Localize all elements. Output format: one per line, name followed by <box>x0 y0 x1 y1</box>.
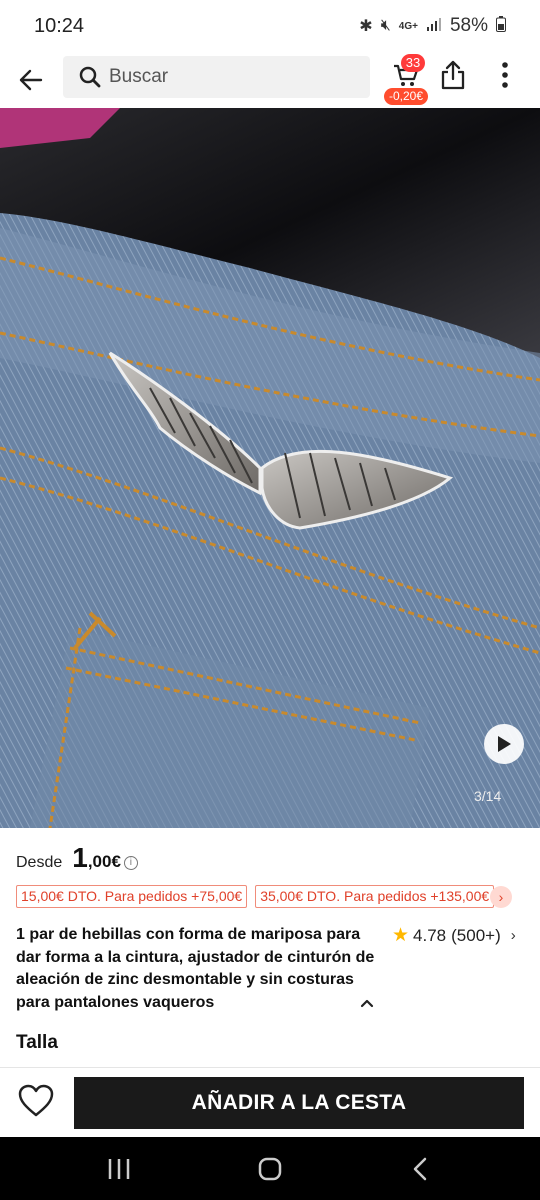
system-navigation-bar <box>0 1137 540 1200</box>
wishlist-button[interactable] <box>18 1084 56 1120</box>
product-rating[interactable]: ★ 4.78 (500+) › <box>392 924 516 947</box>
cart-discount-badge: -0,20€ <box>384 88 429 105</box>
coupons-more-button[interactable]: › <box>490 886 512 908</box>
add-to-cart-button[interactable]: AÑADIR A LA CESTA <box>74 1077 524 1129</box>
info-icon[interactable]: i <box>123 856 138 870</box>
battery-percent: 58% <box>449 15 488 36</box>
price-integer: 1 <box>72 842 88 873</box>
size-section-label: Talla <box>16 1032 58 1053</box>
price-from-label: Desde <box>16 854 63 871</box>
price-row: Desde 1 ,00€ i <box>16 842 138 874</box>
status-time: 10:24 <box>34 14 85 37</box>
share-button[interactable] <box>440 60 472 96</box>
signal-icon <box>426 17 442 36</box>
recent-apps-icon <box>108 1159 130 1179</box>
heart-icon <box>18 1084 54 1117</box>
cart-count-badge: 33 <box>401 54 425 72</box>
search-icon <box>79 66 101 88</box>
more-options-button[interactable] <box>492 60 518 96</box>
network-label: 4G+ <box>398 20 418 32</box>
home-button[interactable] <box>255 1155 285 1183</box>
search-input[interactable] <box>109 66 349 88</box>
bluetooth-icon: ✱ <box>359 18 373 35</box>
review-count: (500+) <box>451 925 501 945</box>
coupon-list: 15,00€ DTO. Para pedidos +75,00€ 35,00€ … <box>16 885 495 908</box>
star-icon: ★ <box>392 925 410 946</box>
chevron-up-icon <box>360 999 374 1008</box>
chevron-right-icon: › <box>498 889 504 905</box>
coupon-item[interactable]: 35,00€ DTO. Para pedidos +135,00€ <box>255 885 495 908</box>
price-decimal: ,00€ <box>87 852 121 871</box>
product-title: 1 par de hebillas con forma de mariposa … <box>16 926 375 1011</box>
home-icon <box>258 1157 282 1181</box>
top-bar: 33 -0,20€ <box>0 52 540 108</box>
image-counter: 3/14 <box>474 788 502 804</box>
back-chevron-icon <box>413 1157 427 1181</box>
chevron-right-icon: › <box>510 927 516 944</box>
mute-icon: 🔇︎ <box>380 17 391 34</box>
coupon-item[interactable]: 15,00€ DTO. Para pedidos +75,00€ <box>16 885 248 908</box>
back-button[interactable] <box>0 52 62 108</box>
system-back-button[interactable] <box>406 1155 436 1183</box>
cart-button[interactable]: 33 -0,20€ <box>384 52 430 105</box>
back-arrow-icon <box>19 69 43 91</box>
more-vertical-icon <box>502 62 508 88</box>
product-photo <box>0 108 540 828</box>
status-icons: ✱ 🔇︎ 4G+ 58% <box>359 15 506 37</box>
rating-value: 4.78 <box>413 925 447 945</box>
battery-icon <box>496 15 506 37</box>
status-bar: 10:24 ✱ 🔇︎ 4G+ 58% <box>0 0 540 52</box>
bottom-action-bar: AÑADIR A LA CESTA <box>0 1067 540 1137</box>
play-video-button[interactable] <box>484 724 524 764</box>
collapse-title-button[interactable] <box>356 992 378 1014</box>
play-icon <box>498 736 511 752</box>
product-image-gallery[interactable]: 3/14 <box>0 108 540 828</box>
share-icon <box>441 60 465 90</box>
search-bar[interactable] <box>63 56 370 98</box>
recent-apps-button[interactable] <box>104 1155 134 1183</box>
